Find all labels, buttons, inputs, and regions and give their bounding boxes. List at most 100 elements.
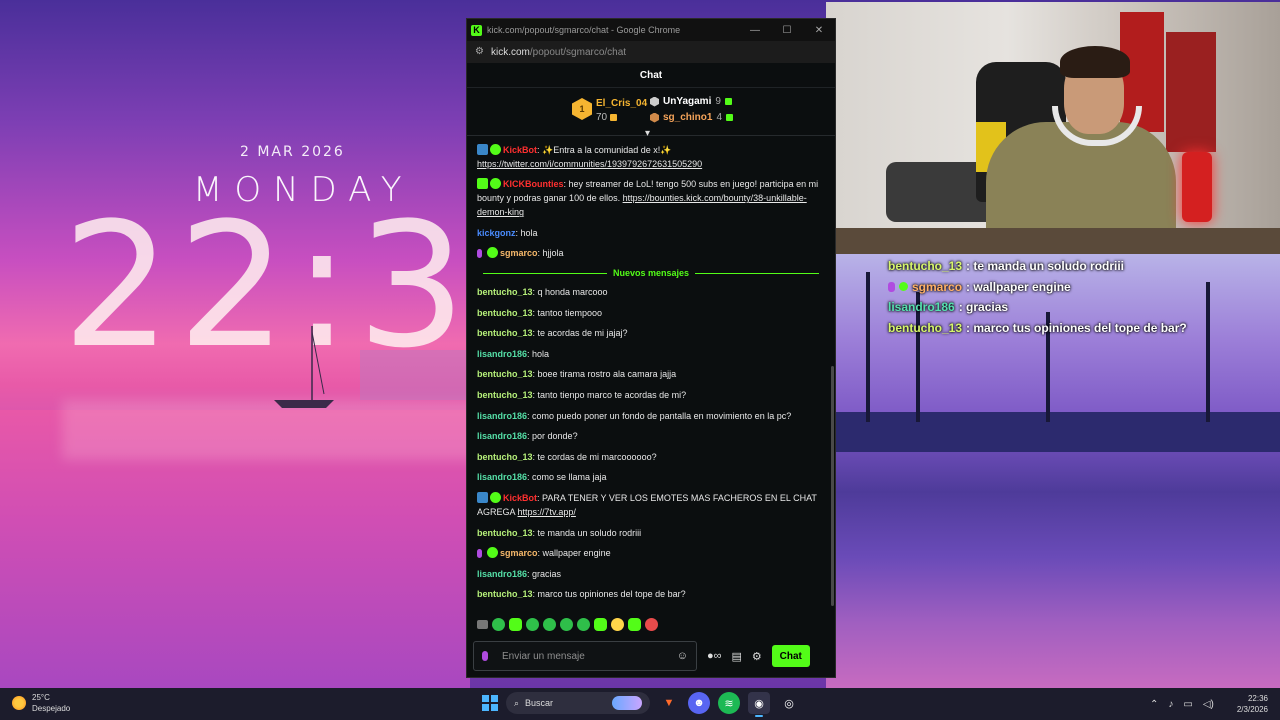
leaderboard-second-count: 9: [715, 96, 721, 107]
quick-emote-row: [467, 612, 835, 636]
chat-message: lisandro186: como se llama jaja: [477, 470, 825, 484]
chat-username[interactable]: bentucho_13: [477, 369, 533, 379]
windows-start-icon[interactable]: [482, 695, 498, 711]
chat-text: : te manda un soludo rodriii: [532, 527, 642, 538]
chat-username[interactable]: KICKBounties: [503, 179, 564, 189]
overlay-text: : wallpaper engine: [966, 279, 1071, 294]
leaderboard-second-name[interactable]: UnYagami: [663, 96, 711, 107]
store-icon[interactable]: ▤: [732, 650, 742, 663]
chat-text: : wallpaper engine: [537, 548, 611, 559]
new-messages-divider: Nuevos mensajes: [477, 268, 825, 278]
chat-input-row: Enviar un mensaje ☺ ●∞ ▤ ⚙ Chat: [467, 636, 835, 676]
minimize-icon[interactable]: —: [739, 25, 771, 36]
settings-icon[interactable]: ⚙: [752, 650, 762, 663]
volume-icon[interactable]: ◁): [1203, 699, 1214, 710]
palm-tree: [866, 272, 870, 422]
chat-username[interactable]: kickgonz: [477, 228, 516, 238]
emote-icon[interactable]: [577, 617, 590, 631]
emote-icon[interactable]: [611, 617, 624, 631]
wallpaper-date: 2 MAR 2026: [240, 144, 345, 160]
chat-message: lisandro186: como puedo poner un fondo d…: [477, 409, 825, 423]
rank-one-badge: 1: [572, 98, 592, 120]
emote-icon[interactable]: [594, 617, 607, 631]
window-title: kick.com/popout/sgmarco/chat - Google Ch…: [487, 25, 681, 35]
chat-username[interactable]: bentucho_13: [477, 308, 533, 318]
emoji-picker-icon[interactable]: ☺: [677, 650, 688, 662]
display-icon[interactable]: ▭: [1183, 699, 1192, 710]
chat-message: bentucho_13: tanto tienpo marco te acord…: [477, 388, 825, 402]
chat-scrollbar[interactable]: [831, 366, 834, 606]
send-chat-button[interactable]: Chat: [771, 645, 810, 667]
leaderboard-top-name[interactable]: El_Cris_04: [596, 98, 647, 109]
chat-username[interactable]: bentucho_13: [477, 287, 533, 297]
address-bar[interactable]: ⚙ kick.com/popout/sgmarco/chat: [467, 41, 835, 63]
emote-icon[interactable]: [645, 617, 658, 631]
obs-icon[interactable]: ◎: [778, 692, 800, 714]
search-icon: ⌕: [514, 697, 520, 708]
emote-icon[interactable]: [543, 617, 556, 631]
chat-username[interactable]: lisandro186: [477, 349, 527, 359]
chat-username[interactable]: bentucho_13: [477, 589, 533, 599]
chat-username[interactable]: lisandro186: [477, 569, 527, 579]
system-clock[interactable]: 22:36 2/3/2026: [1237, 693, 1268, 715]
chat-username[interactable]: sgmarco: [500, 248, 538, 258]
chrome-popup-window[interactable]: K kick.com/popout/sgmarco/chat - Google …: [466, 18, 836, 678]
emote-icon[interactable]: [560, 617, 573, 631]
weather-widget[interactable]: 25°C Despejado: [12, 692, 70, 714]
chat-text: : tantoo tiempooo: [532, 307, 603, 318]
site-settings-icon[interactable]: ⚙: [475, 47, 485, 57]
leaderboard-third-name[interactable]: sg_chino1: [663, 112, 712, 123]
overlay-username: sgmarco: [912, 279, 963, 294]
chrome-icon[interactable]: ◉: [748, 692, 770, 717]
webcam-feed: [826, 2, 1280, 254]
overlay-message: lisandro186 : gracias: [888, 297, 1268, 318]
discord-icon[interactable]: ☻: [688, 692, 710, 714]
emote-icon[interactable]: [492, 617, 505, 631]
microphone-icon[interactable]: ♪: [1168, 699, 1173, 710]
chat-link[interactable]: https://7tv.app/: [518, 507, 576, 517]
weather-description: Despejado: [32, 704, 71, 713]
chat-username[interactable]: bentucho_13: [477, 452, 533, 462]
url-path: /popout/sgmarco/chat: [529, 46, 627, 58]
chat-username[interactable]: lisandro186: [477, 431, 527, 441]
chat-username[interactable]: bentucho_13: [477, 528, 533, 538]
message-input[interactable]: Enviar un mensaje ☺: [473, 641, 697, 671]
chat-username[interactable]: bentucho_13: [477, 390, 533, 400]
chat-message: bentucho_13: marco tus opiniones del top…: [477, 587, 825, 601]
chat-text: : te cordas de mi marcoooooo?: [532, 451, 657, 462]
chat-text: : marco tus opiniones del tope de bar?: [532, 589, 686, 600]
clock-date: 2/3/2026: [1236, 705, 1268, 714]
chat-text: : hola: [515, 227, 538, 238]
chat-text: : como se llama jaja: [527, 472, 607, 483]
maximize-icon[interactable]: ☐: [771, 25, 803, 36]
chevron-up-icon[interactable]: ⌃: [1150, 699, 1158, 710]
kicks-icon[interactable]: ●∞: [707, 650, 722, 662]
chat-username[interactable]: lisandro186: [477, 411, 527, 421]
chat-header: Chat: [467, 63, 835, 88]
chat-text: : tanto tienpo marco te acordas de mi?: [532, 389, 687, 400]
window-titlebar[interactable]: K kick.com/popout/sgmarco/chat - Google …: [467, 19, 835, 41]
taskbar-search[interactable]: ⌕ Buscar: [506, 692, 650, 714]
emote-icon[interactable]: [509, 617, 522, 631]
emote-icon[interactable]: [526, 617, 539, 631]
leaderboard-third-count: 4: [716, 112, 723, 123]
webcam-door: [1166, 32, 1216, 152]
chat-username[interactable]: sgmarco: [500, 548, 538, 558]
chat-message: KickBot: ✨Entra a la comunidad de x!✨ ht…: [477, 143, 825, 171]
spotify-icon[interactable]: ≋: [718, 692, 740, 714]
chat-username[interactable]: KickBot: [503, 493, 537, 503]
chat-messages[interactable]: KickBot: ✨Entra a la comunidad de x!✨ ht…: [467, 136, 835, 612]
message-input-placeholder: Enviar un mensaje: [502, 650, 585, 662]
chat-username[interactable]: KickBot: [503, 145, 537, 155]
chat-message: lisandro186: hola: [477, 347, 825, 361]
chat-text: : gracias: [527, 568, 562, 579]
emote-icon[interactable]: [477, 619, 488, 629]
stream-overlay-chat: bentucho_13 : te manda un soludo rodriii…: [888, 256, 1268, 338]
chat-link[interactable]: https://twitter.com/i/communities/193979…: [477, 159, 702, 169]
gift-icon: [724, 98, 732, 105]
emote-icon[interactable]: [628, 617, 641, 631]
brave-browser-icon[interactable]: ▼: [658, 692, 680, 714]
chat-username[interactable]: lisandro186: [477, 472, 527, 482]
close-icon[interactable]: ✕: [803, 25, 835, 36]
chat-username[interactable]: bentucho_13: [477, 328, 533, 338]
